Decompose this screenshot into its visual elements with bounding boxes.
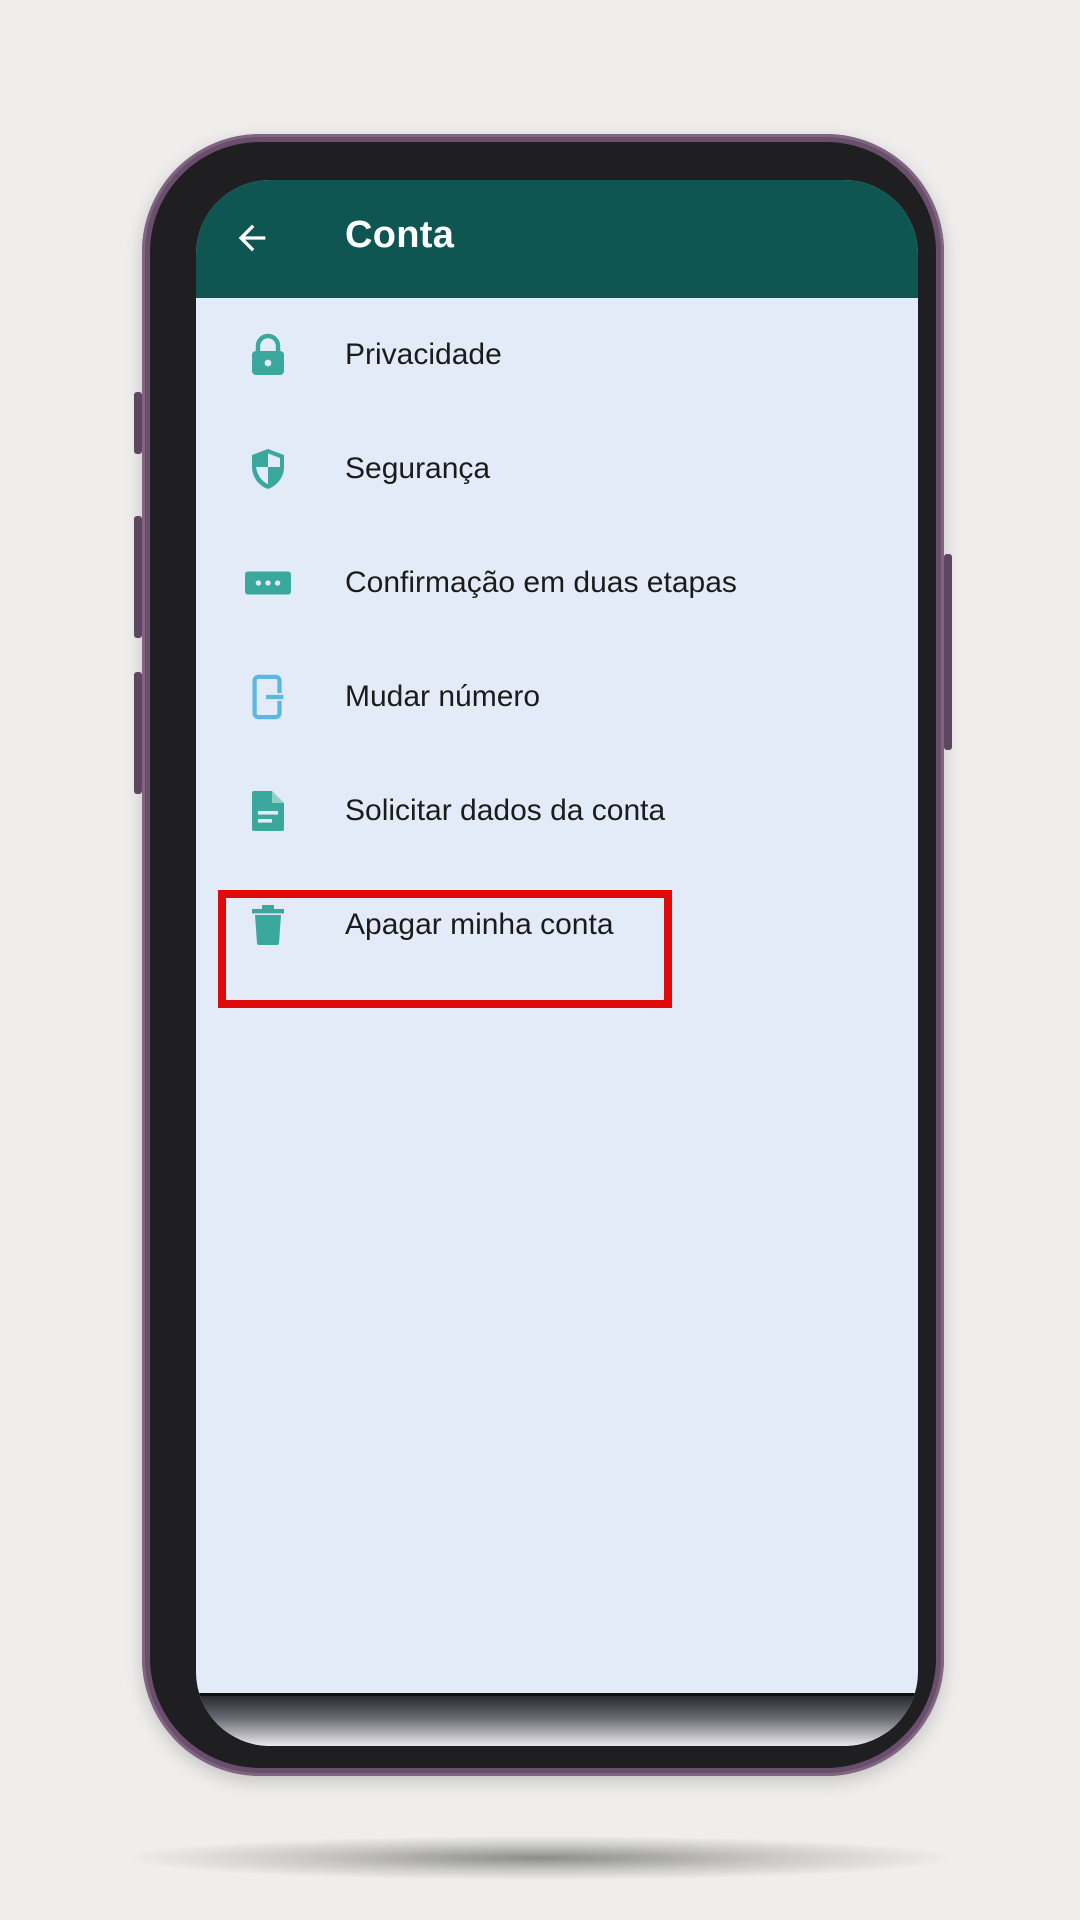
menu-item-label: Segurança: [345, 452, 491, 485]
menu-item-label: Privacidade: [345, 338, 502, 371]
menu-item-seguranca[interactable]: Segurança: [196, 412, 918, 526]
change-number-icon: [244, 673, 292, 721]
page-title: Conta: [345, 214, 455, 256]
shield-icon: [244, 445, 292, 493]
menu-item-solicitar-dados[interactable]: Solicitar dados da conta: [196, 754, 918, 868]
navigation-bar: [196, 1693, 918, 1746]
arrow-left-icon: [238, 224, 266, 252]
menu-item-mudar-numero[interactable]: Mudar número: [196, 640, 918, 754]
app-bar: Conta: [196, 180, 918, 298]
volume-button-bottom: [134, 672, 142, 794]
volume-button-top: [134, 392, 142, 454]
menu-item-label: Confirmação em duas etapas: [345, 566, 737, 599]
stage: Conta Privacidade Segurança Confirmação …: [0, 0, 1080, 1920]
menu-item-confirmacao[interactable]: Confirmação em duas etapas: [196, 526, 918, 640]
dots-password-icon: [244, 559, 292, 607]
highlight-box: [218, 890, 672, 1008]
document-icon: [244, 787, 292, 835]
power-button: [944, 554, 952, 750]
lock-icon: [244, 331, 292, 379]
menu-item-privacidade[interactable]: Privacidade: [196, 298, 918, 412]
menu-item-label: Mudar número: [345, 680, 541, 713]
settings-menu: Privacidade Segurança Confirmação em dua…: [196, 298, 918, 982]
back-button[interactable]: [224, 210, 280, 266]
floor-shadow: [130, 1836, 950, 1880]
menu-item-label: Solicitar dados da conta: [345, 794, 666, 827]
volume-button-middle: [134, 516, 142, 638]
